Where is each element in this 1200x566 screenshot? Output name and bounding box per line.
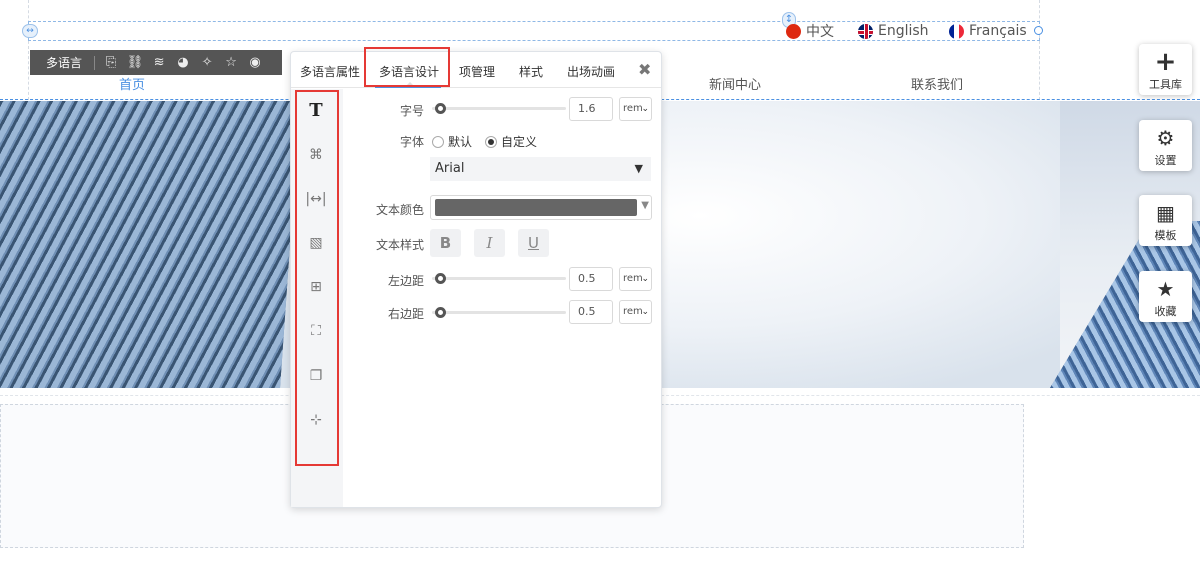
close-icon[interactable]: ✖: [638, 60, 651, 79]
page-settings-icon[interactable]: ⎘: [99, 55, 123, 70]
chevron-down-icon: ⌄: [641, 307, 649, 317]
underline-button[interactable]: U: [518, 229, 549, 257]
left-margin-slider-knob[interactable]: [435, 273, 446, 284]
nav-item-contact[interactable]: 联系我们: [911, 74, 963, 93]
right-margin-input[interactable]: 0.5: [569, 300, 613, 324]
bold-button[interactable]: B: [430, 229, 461, 257]
design-category-sidebar: T ⌘ |↔| ▧ ⊞ ⛶ ❐ ⊹: [291, 89, 343, 507]
color-swatch: [435, 199, 637, 216]
right-margin-unit-select[interactable]: rem ⌄: [619, 300, 652, 324]
font-default-radio[interactable]: 默认: [432, 133, 472, 150]
right-margin-slider[interactable]: [432, 311, 566, 314]
text-style-label: 文本样式: [375, 238, 424, 252]
sidebar-highlight-box: [295, 90, 339, 466]
text-color-picker[interactable]: ▼: [430, 195, 652, 220]
toolbar-element-label: 多语言: [46, 56, 83, 70]
language-option-english[interactable]: English: [858, 22, 929, 40]
chevron-down-icon: ⌄: [641, 274, 649, 284]
font-size-slider-knob[interactable]: [435, 103, 446, 114]
font-size-input[interactable]: 1.6: [569, 97, 613, 121]
font-family-label: 字体: [399, 135, 424, 149]
right-margin-slider-knob[interactable]: [435, 307, 446, 318]
radio-unchecked-icon: [432, 135, 444, 148]
uk-flag-icon: [858, 23, 873, 39]
gears-icon: ⚙: [1156, 126, 1175, 150]
language-label: English: [878, 23, 929, 39]
caret-down-icon: ▼: [634, 162, 643, 175]
radio-checked-icon: [485, 135, 497, 148]
tab-item-management[interactable]: 项管理: [459, 63, 495, 80]
radio-label: 自定义: [501, 135, 538, 149]
plus-icon: +: [1154, 47, 1177, 77]
tab-style[interactable]: 样式: [519, 63, 543, 80]
panel-tab-bar: 多语言属性 多语言设计 项管理 样式 出场动画 ✖: [291, 47, 661, 88]
left-margin-label: 左边距: [387, 274, 424, 288]
italic-button[interactable]: I: [474, 229, 505, 257]
dock-label: 模板: [1154, 229, 1177, 242]
dock-label: 收藏: [1154, 305, 1177, 318]
caret-down-icon: ▼: [641, 200, 649, 211]
language-label: 中文: [806, 24, 834, 40]
dock-settings-button[interactable]: ⚙ 设置: [1139, 120, 1192, 171]
unlink-icon[interactable]: ⛓: [123, 55, 147, 70]
element-toolbar: 多语言 ⎘ ⛓ ≋ ◕ ✧ ☆ ◉: [30, 50, 282, 75]
nav-item-home[interactable]: 首页: [119, 74, 145, 93]
left-margin-unit-select[interactable]: rem ⌄: [619, 267, 652, 291]
font-size-slider[interactable]: [432, 107, 566, 110]
unit-label: rem: [623, 103, 643, 114]
palette-icon[interactable]: ◕: [171, 55, 195, 70]
tab-multilanguage-properties[interactable]: 多语言属性: [300, 63, 360, 80]
template-grid-icon: ▦: [1156, 201, 1175, 225]
dock-toolbox-button[interactable]: + 工具库: [1139, 44, 1192, 95]
font-family-value: Arial: [435, 161, 465, 176]
resize-handle-left-icon[interactable]: ↔: [22, 24, 38, 38]
unit-label: rem: [623, 306, 643, 317]
language-label: Français: [969, 23, 1027, 39]
toolbar-divider: [94, 55, 96, 70]
star-favorite-icon: ★: [1156, 277, 1175, 301]
dock-label: 工具库: [1149, 78, 1182, 91]
language-option-chinese[interactable]: 中文: [786, 22, 834, 40]
left-margin-slider[interactable]: [432, 277, 566, 280]
editor-canvas: ↔ ↕ 中文 English Français 首页 新闻中心 联系我们 多语言…: [0, 0, 1200, 566]
language-option-french[interactable]: Français: [949, 22, 1027, 40]
tab-highlight-box: [364, 47, 450, 87]
eye-icon[interactable]: ◉: [243, 55, 267, 70]
dock-label: 设置: [1154, 154, 1177, 167]
magic-wand-icon[interactable]: ✧: [195, 55, 219, 70]
china-flag-icon: [786, 23, 801, 39]
text-color-label: 文本颜色: [375, 203, 424, 217]
hero-building-left: [0, 101, 300, 388]
chevron-down-icon: ⌄: [641, 104, 649, 114]
left-margin-input[interactable]: 0.5: [569, 267, 613, 291]
radio-label: 默认: [448, 135, 473, 149]
font-size-unit-select[interactable]: rem ⌄: [619, 97, 652, 121]
star-icon[interactable]: ☆: [219, 55, 243, 70]
tab-entrance-animation[interactable]: 出场动画: [567, 63, 615, 80]
font-custom-radio[interactable]: 自定义: [485, 133, 537, 150]
resize-handle-right-icon[interactable]: [1034, 26, 1043, 35]
nav-item-news[interactable]: 新闻中心: [709, 74, 761, 93]
dock-favorites-button[interactable]: ★ 收藏: [1139, 271, 1192, 322]
right-margin-label: 右边距: [387, 307, 424, 321]
layers-icon[interactable]: ≋: [147, 55, 171, 70]
font-family-select[interactable]: Arial ▼: [430, 157, 651, 181]
font-size-label: 字号: [399, 104, 424, 118]
dock-templates-button[interactable]: ▦ 模板: [1139, 195, 1192, 246]
france-flag-icon: [949, 23, 964, 39]
unit-label: rem: [623, 273, 643, 284]
